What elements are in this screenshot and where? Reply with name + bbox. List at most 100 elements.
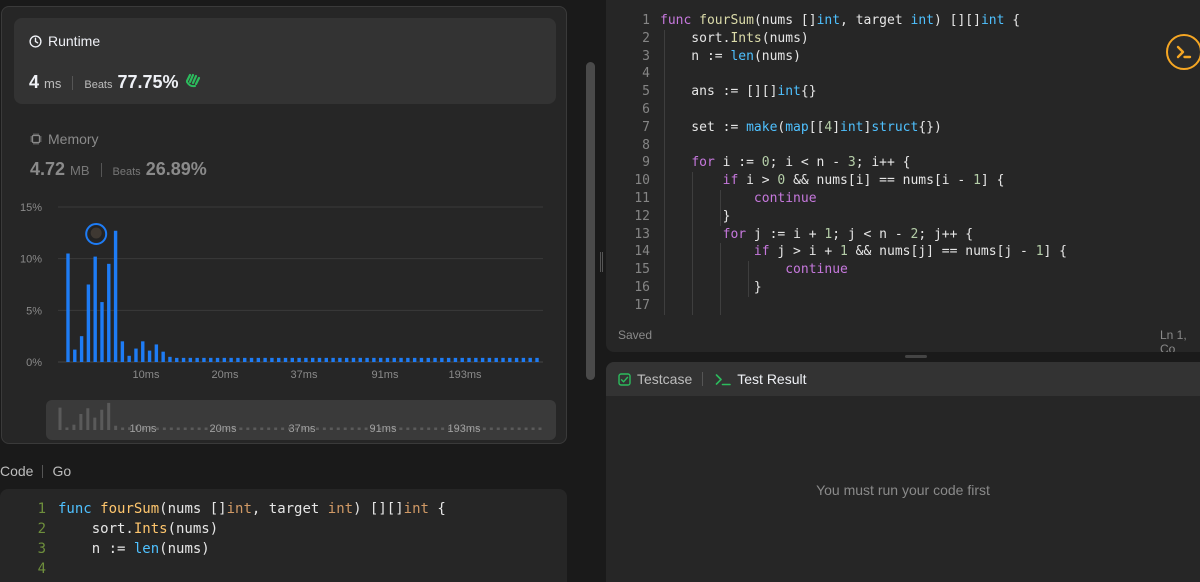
chart-bar [270,357,274,362]
code-text: sort.Ints(nums) [660,30,809,46]
chart-bar [324,357,328,362]
editor-line[interactable]: 2 sort.Ints(nums) [606,30,1200,48]
editor-line[interactable]: 16 } [606,279,1200,297]
chart-bar [277,357,281,362]
code-text: for i := 0; i < n - 3; i++ { [691,155,911,171]
separator [702,372,704,386]
chart-bar [460,357,464,362]
x-tick-label: 37ms [291,369,318,381]
chart-bar [535,357,539,362]
chart-bar [480,357,485,362]
mini-chart-bar [274,427,278,430]
line-number: 13 [634,226,650,242]
chart-bar [372,357,376,362]
editor-line[interactable]: 9 for i := 0; i < n - 3; i++ { [606,154,1200,172]
mini-chart-bar [441,427,445,430]
editor-line[interactable]: 6 [606,101,1200,119]
mini-chart-bar [183,427,187,430]
editor-line[interactable]: 11 continue [606,190,1200,208]
chart-bar [202,357,206,362]
line-number: 6 [642,102,650,117]
line-number: 3 [642,48,650,64]
code-header: Code Go [0,463,71,479]
code-text: if i > 0 && nums[i] == nums[i - 1] { [722,173,1005,189]
indent-guide [720,243,721,315]
mini-chart-bar [246,427,250,430]
resize-grip[interactable] [905,355,927,358]
chart-bar [249,357,254,362]
chart-bar [487,357,492,362]
chart-bar [86,284,91,362]
mini-chart-bar [343,427,347,430]
mini-chart-bar [510,427,514,430]
tab-testcase[interactable]: Testcase [618,371,692,387]
chart-bar [154,344,159,362]
mini-x-tick-label: 20ms [210,423,237,435]
mini-chart-bar [329,427,333,430]
chart-bar [161,351,165,362]
editor-line[interactable]: 5 ans := [][]int{} [606,83,1200,101]
mini-chart-bar [114,425,118,430]
indent-guide [748,261,749,297]
chart-bar [331,357,335,362]
chart-bar [107,263,111,362]
editor-line[interactable]: 12 } [606,208,1200,226]
code-editor[interactable]: 1 func fourSum(nums []int, target int) []… [606,0,1200,352]
chart-bar [113,230,118,362]
chart-bar [453,357,458,362]
mini-chart-bar [65,427,69,430]
line-number: 10 [634,173,650,189]
mini-chart-bar [517,427,521,430]
editor-line[interactable]: 10 if i > 0 && nums[i] == nums[i - 1] { [606,172,1200,190]
chart-bar [175,357,179,362]
mini-chart-bar [260,427,264,430]
code-text: continue [785,262,848,278]
empty-result-message: You must run your code first [816,482,990,498]
chart-bar [209,357,213,362]
chart-bar [399,357,403,362]
editor-line[interactable]: 8 [606,137,1200,155]
editor-line[interactable]: 1 func fourSum(nums []int, target int) []… [606,12,1200,30]
runtime-distribution-chart[interactable]: 15% 10% 5% 0% 10ms 20ms 37ms 91ms 193ms 10ms 20ms 3… [0,0,598,440]
tab-test-result[interactable]: Test Result [715,371,807,387]
mini-chart-bar [239,427,243,430]
y-tick-label: 5% [26,305,42,317]
editor-line[interactable]: 7 set := make(map[[4]int]struct{}) [606,119,1200,137]
vertical-resize-handle[interactable] [598,0,606,582]
chart-bar [494,357,498,362]
tab-testcase-label: Testcase [637,371,693,387]
editor-line[interactable]: 17 [606,297,1200,315]
mini-chart-bar [496,427,500,430]
chart-bar [446,357,451,362]
code-text: ans := [][]int{} [660,84,817,100]
line-number: 15 [634,262,650,278]
chart-bar [243,357,247,362]
chart-bar [514,357,519,362]
line-number: 8 [642,137,650,153]
mini-chart-bar [336,427,340,430]
mini-chart-bar [350,427,354,430]
horizontal-resize-handle[interactable] [606,352,1200,362]
code-text: func fourSum(nums []int, target int) [][… [58,501,446,517]
chart-bar [344,357,349,362]
mini-chart-bar [489,427,493,430]
mini-chart-bar [315,427,319,430]
chart-bar [73,349,77,362]
editor-line[interactable]: 14 if j > i + 1 && nums[j] == nums[j - 1… [606,243,1200,261]
left-scrollbar-thumb[interactable] [586,62,595,380]
editor-line[interactable]: 15 continue [606,261,1200,279]
code-text: continue [753,191,817,206]
chart-bar [351,357,356,362]
code-line: 4 [0,559,567,579]
ai-assistant-button[interactable] [1166,34,1200,70]
line-number: 4 [642,66,650,82]
chart-bar [304,357,308,362]
editor-line[interactable]: 4 [606,65,1200,83]
test-panel-tabs: Testcase Test Result [606,362,1200,396]
line-number: 14 [634,244,650,260]
mini-chart-bar [72,424,76,430]
chart-bar [134,348,138,362]
y-tick-label: 15% [20,202,42,214]
editor-line[interactable]: 13 for j := i + 1; j < n - 2; j++ { [606,226,1200,244]
editor-line[interactable]: 3 n := len(nums) [606,48,1200,66]
